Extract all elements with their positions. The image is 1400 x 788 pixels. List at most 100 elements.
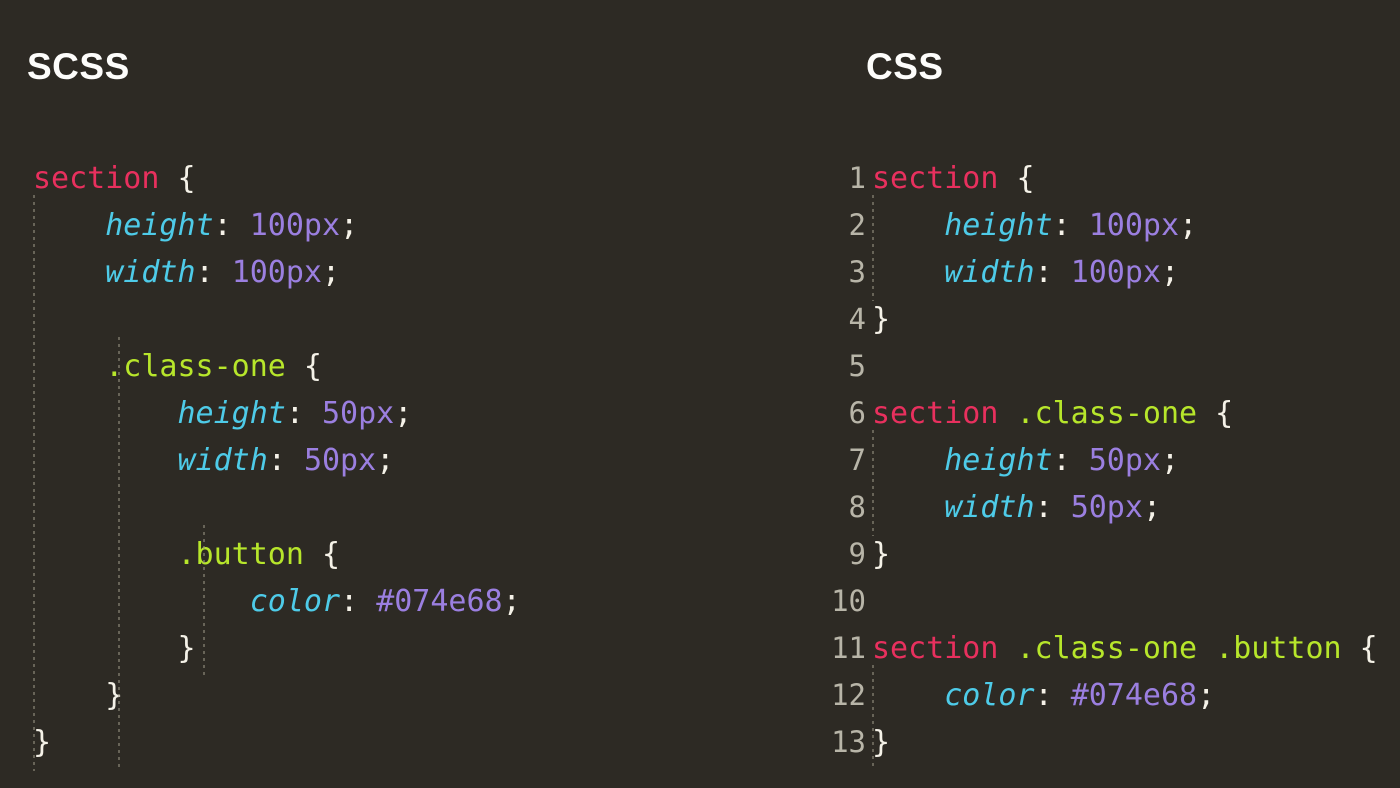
line-number: 10 [831,584,866,618]
line-number: 1 [848,161,866,195]
code-token-punc: ; [394,396,413,431]
line-number: 3 [848,255,866,289]
line-number: 6 [848,396,866,430]
code-line: height: 100px; [872,202,1400,249]
code-token-punc: ; [1179,208,1198,243]
code-token-punc: ; [340,208,359,243]
code-line: section .class-one { [872,390,1400,437]
code-token-punc: { [1341,631,1378,666]
scss-code-panel: section { height: 100px; width: 100px; .… [0,155,760,771]
line-number: 13 [831,725,866,759]
code-token-val: 50px [322,396,395,431]
code-token-punc: : [267,443,304,478]
line-number: 12 [831,678,866,712]
code-token-prop: width [105,255,196,290]
code-token-prop: height [944,443,1053,478]
code-token-punc: : [213,208,250,243]
code-token-punc: { [1197,396,1234,431]
line-number: 11 [831,631,866,665]
code-token-punc: { [159,161,196,196]
code-line: .class-one { [33,343,760,390]
code-token-punc: { [998,161,1035,196]
code-token-punc: } [33,725,52,760]
code-line: section { [872,155,1400,202]
code-token-class: .button [177,537,304,572]
code-line: .button { [33,531,760,578]
code-token-prop: width [944,490,1035,525]
code-token-punc: ; [376,443,395,478]
code-token-punc: ; [1161,443,1180,478]
code-token-punc: : [1034,678,1071,713]
code-token-punc: } [33,678,124,713]
line-number: 9 [848,537,866,571]
code-token-elem: section [872,161,999,196]
css-code-with-gutter: 1 2 3 4 5 6 7 8 9 10 11 12 13 section { height: 100p… [760,155,1400,766]
line-number: 5 [848,349,866,383]
code-token-punc: : [340,584,377,619]
code-token-val: 100px [1088,208,1180,243]
code-line: color: #074e68; [33,578,760,625]
code-line: section .class-one .button { [872,625,1400,672]
code-line: } [33,672,760,719]
code-line: height: 100px; [33,202,760,249]
code-token-punc: ; [502,584,521,619]
code-line: } [872,296,1400,343]
code-token-prop: height [177,396,286,431]
code-token-elem: section [872,396,999,431]
css-code-block: section { height: 100px; width: 100px;} … [866,155,1400,766]
code-token-class: .class-one [105,349,286,384]
code-token-punc: : [195,255,232,290]
code-line: height: 50px; [33,390,760,437]
code-token-punc: : [285,396,322,431]
scss-panel-heading: SCSS [27,46,130,87]
code-token-punc: } [872,302,891,337]
code-token-prop: color [944,678,1035,713]
line-number: 2 [848,208,866,242]
code-token-prop: width [177,443,268,478]
code-token-prop: width [944,255,1035,290]
code-token-punc: : [1052,443,1089,478]
code-line: width: 100px; [33,249,760,296]
code-token-punc: } [872,537,891,572]
code-line: color: #074e68; [872,672,1400,719]
scss-code-block: section { height: 100px; width: 100px; .… [0,155,760,771]
line-number: 4 [848,302,866,336]
code-line: } [872,719,1400,766]
code-token-punc: ; [1161,255,1180,290]
code-token-prop: color [249,584,341,619]
code-line: } [33,625,760,672]
code-token-val: #074e68 [1070,678,1198,713]
code-line: section { [33,155,760,202]
code-token-val: 50px [1088,443,1161,478]
code-token-prop: height [105,208,214,243]
code-token-punc: ; [1197,678,1216,713]
code-comparison-page: SCSS CSS section { height: 100px; width:… [0,0,1400,788]
code-token-class: .button [1215,631,1342,666]
code-token-val: 50px [303,443,377,478]
code-token-elem: section [872,631,999,666]
code-line: width: 50px; [33,437,760,484]
code-line: height: 50px; [872,437,1400,484]
code-token-punc: ; [1142,490,1161,525]
code-line: width: 50px; [872,484,1400,531]
code-token-val: 100px [1070,255,1161,290]
code-token-punc: : [1034,255,1071,290]
code-token-val: 100px [249,208,341,243]
code-token-punc: { [303,537,341,572]
